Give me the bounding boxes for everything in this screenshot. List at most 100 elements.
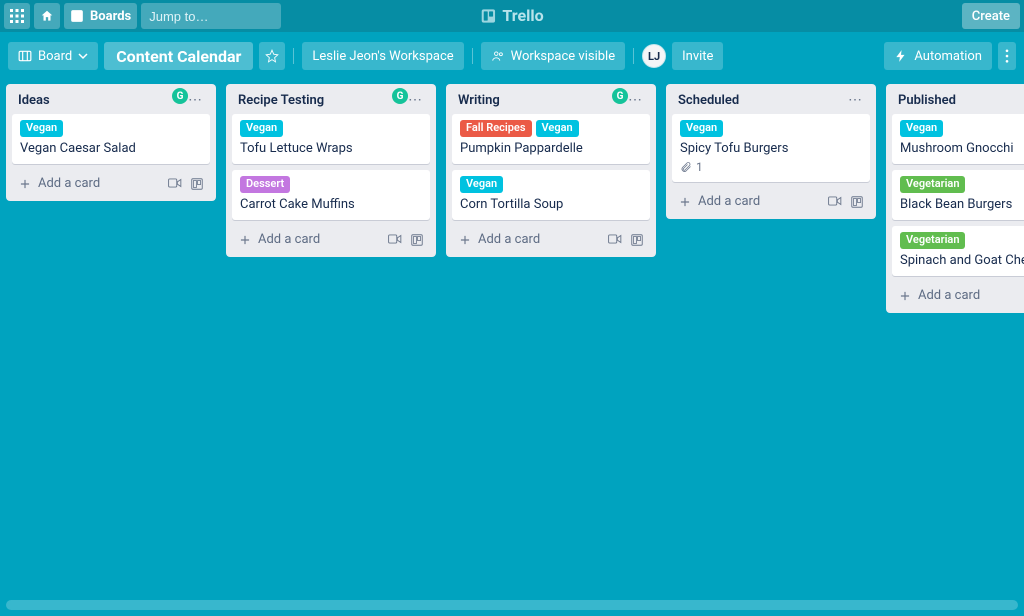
- card[interactable]: Vegetarian Black Bean Burgers: [892, 170, 1024, 220]
- add-card-label: Add a card: [258, 232, 320, 247]
- visibility-button[interactable]: Workspace visible: [481, 42, 625, 70]
- list: GWriting⋯Fall RecipesVeganPumpkin Pappar…: [446, 84, 656, 257]
- add-card-label: Add a card: [38, 176, 100, 191]
- board-title[interactable]: Content Calendar: [104, 42, 253, 70]
- label-vegan[interactable]: Vegan: [240, 120, 283, 137]
- label-dessert[interactable]: Dessert: [240, 176, 290, 193]
- add-card-button[interactable]: Add a card: [892, 282, 1024, 311]
- label-vegetarian[interactable]: Vegetarian: [900, 176, 965, 193]
- list-title[interactable]: Scheduled: [678, 93, 739, 108]
- trello-icon: [480, 8, 496, 24]
- card[interactable]: VeganCorn Tortilla Soup: [452, 170, 650, 220]
- card-composer-actions: [388, 233, 424, 247]
- member-avatar[interactable]: LJ: [642, 44, 666, 68]
- card-composer-actions: [608, 233, 644, 247]
- more-icon: [1002, 49, 1012, 63]
- invite-label: Invite: [682, 49, 713, 64]
- card-title: Spinach and Goat Cheese Q: [900, 253, 1024, 268]
- plus-icon: [898, 289, 912, 303]
- template-icon[interactable]: [850, 195, 864, 209]
- card[interactable]: Vegan Spicy Tofu Burgers 1: [672, 114, 870, 182]
- people-icon: [491, 49, 505, 63]
- add-card-button[interactable]: Add a card: [12, 170, 210, 199]
- logo-text: Trello: [502, 6, 543, 25]
- card-labels: Vegan: [680, 120, 862, 137]
- video-icon[interactable]: [168, 177, 182, 189]
- board-view-icon: [18, 49, 32, 63]
- video-icon[interactable]: [608, 233, 622, 245]
- board-canvas[interactable]: G Ideas ⋯ Vegan Vegan Caesar Salad Add a card…: [0, 74, 1024, 602]
- plus-icon: [238, 233, 252, 247]
- home-button[interactable]: [34, 3, 60, 29]
- board-view-switcher[interactable]: Board: [8, 42, 98, 70]
- video-icon[interactable]: [388, 233, 402, 245]
- search-box[interactable]: [141, 3, 281, 29]
- add-card-button[interactable]: Add a card: [452, 226, 650, 255]
- card-labels: Vegetarian: [900, 176, 1024, 193]
- card[interactable]: VeganTofu Lettuce Wraps: [232, 114, 430, 164]
- label-vegan[interactable]: Vegan: [680, 120, 723, 137]
- search-input[interactable]: [149, 9, 325, 24]
- card-title: Spicy Tofu Burgers: [680, 141, 862, 156]
- plus-icon: [678, 195, 692, 209]
- template-icon[interactable]: [630, 233, 644, 247]
- list-title[interactable]: Ideas: [18, 93, 50, 108]
- card-title: Vegan Caesar Salad: [20, 141, 202, 156]
- label-vegan[interactable]: Vegan: [900, 120, 943, 137]
- template-icon[interactable]: [190, 177, 204, 191]
- boards-button[interactable]: Boards: [64, 3, 137, 29]
- video-icon[interactable]: [828, 195, 842, 207]
- card[interactable]: Dessert Carrot Cake Muffins: [232, 170, 430, 220]
- card-composer-actions: [168, 177, 204, 191]
- card-title: Carrot Cake Muffins: [240, 197, 422, 212]
- list-header: Published⋯: [892, 90, 1024, 114]
- card[interactable]: Vegan Vegan Caesar Salad: [12, 114, 210, 164]
- board-menu-button[interactable]: [998, 42, 1016, 70]
- grammarly-icon: G: [612, 88, 628, 104]
- divider: [633, 48, 634, 64]
- create-label: Create: [972, 9, 1010, 24]
- automation-label: Automation: [914, 49, 982, 64]
- card[interactable]: Vegan Mushroom Gnocchi: [892, 114, 1024, 164]
- list: GIdeas⋯VeganVegan Caesar SaladAdd a card: [6, 84, 216, 201]
- automation-button[interactable]: Automation: [884, 42, 992, 70]
- card-title: Black Bean Burgers: [900, 197, 1024, 212]
- template-icon[interactable]: [410, 233, 424, 247]
- apps-menu-button[interactable]: [4, 3, 30, 29]
- label-vegan[interactable]: Vegan: [460, 176, 503, 193]
- add-card-button[interactable]: Add a card: [672, 188, 870, 217]
- bolt-icon: [894, 49, 908, 63]
- add-card-label: Add a card: [478, 232, 540, 247]
- trello-logo: Trello: [480, 6, 543, 25]
- card[interactable]: Vegetarian Spinach and Goat Cheese Q: [892, 226, 1024, 276]
- list-title[interactable]: Published: [898, 93, 956, 108]
- paperclip-icon: [680, 161, 692, 173]
- label-vegan[interactable]: Vegan: [536, 120, 579, 137]
- list-title[interactable]: Writing: [458, 93, 500, 108]
- card-title: Mushroom Gnocchi: [900, 141, 1024, 156]
- plus-icon: [18, 177, 32, 191]
- create-button[interactable]: Create: [962, 3, 1020, 29]
- list-title[interactable]: Recipe Testing: [238, 93, 324, 108]
- horizontal-scrollbar[interactable]: [6, 600, 1018, 610]
- label-vegan[interactable]: Vegan: [20, 120, 63, 137]
- list: Published⋯ Vegan Mushroom Gnocchi Vegetaria…: [886, 84, 1024, 313]
- star-button[interactable]: [259, 42, 285, 70]
- add-card-button[interactable]: Add a card: [232, 226, 430, 255]
- invite-button[interactable]: Invite: [672, 42, 723, 70]
- card[interactable]: Fall RecipesVeganPumpkin Pappardelle: [452, 114, 650, 164]
- app-header: Boards Trello Create: [0, 0, 1024, 32]
- card-labels: Vegetarian: [900, 232, 1024, 249]
- star-icon: [265, 49, 279, 63]
- boards-icon: [70, 9, 84, 23]
- list-menu-button[interactable]: ⋯: [844, 92, 866, 108]
- workspace-button[interactable]: Leslie Jeon's Workspace: [302, 42, 463, 70]
- avatar-initials: LJ: [648, 50, 660, 63]
- card-labels: Vegan: [20, 120, 202, 137]
- label-vegetarian[interactable]: Vegetarian: [900, 232, 965, 249]
- boards-label: Boards: [90, 9, 131, 24]
- card-labels: Vegan: [240, 120, 422, 137]
- home-icon: [40, 9, 54, 23]
- card-attachments: 1: [680, 160, 862, 174]
- label-fall[interactable]: Fall Recipes: [460, 120, 532, 137]
